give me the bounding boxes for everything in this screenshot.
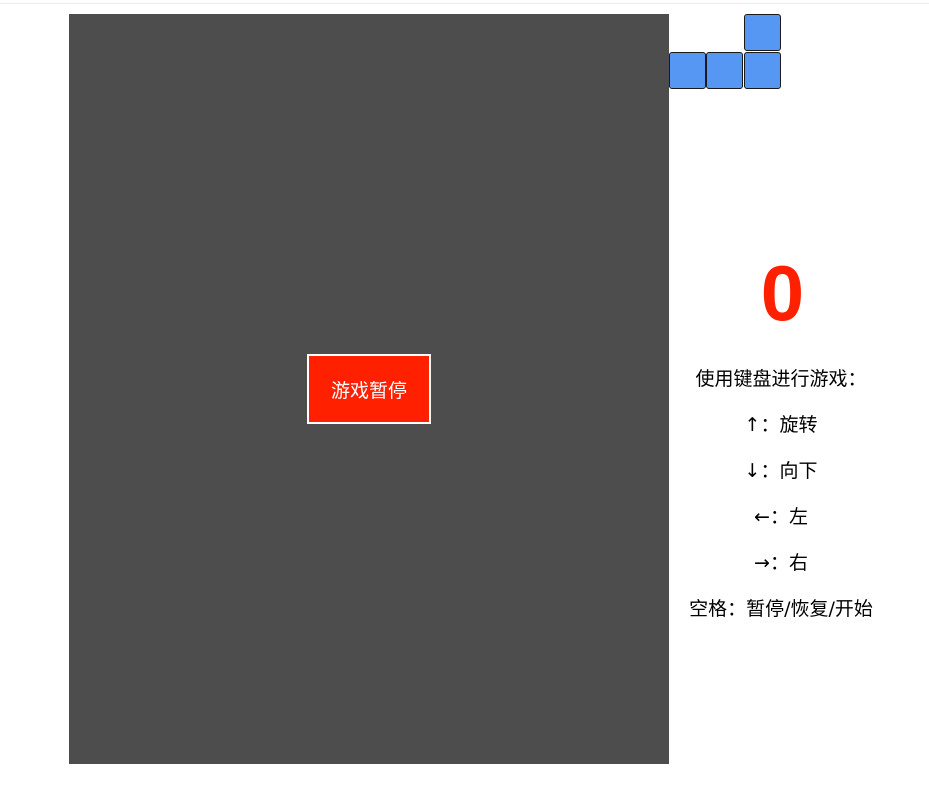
control-right: →：右 [754, 552, 808, 574]
instructions-heading: 使用键盘进行游戏： [695, 368, 867, 390]
next-piece-preview [669, 14, 781, 89]
next-piece-block [669, 52, 706, 89]
next-piece-block [744, 14, 781, 51]
control-space: 空格：暂停/恢复/开始 [689, 598, 873, 620]
control-left: ←：左 [754, 506, 808, 528]
next-piece-block [744, 52, 781, 89]
controls-instructions: 使用键盘进行游戏： ↑：旋转 ↓：向下 ←：左 →：右 空格：暂停/恢复/开始 [672, 365, 890, 641]
score-display: 0 [760, 249, 805, 337]
game-board[interactable]: 游戏暂停 [69, 14, 669, 764]
control-rotate: ↑：旋转 [744, 414, 818, 436]
control-down: ↓：向下 [744, 460, 818, 482]
top-divider [0, 3, 929, 4]
next-piece-block [706, 52, 743, 89]
game-paused-button[interactable]: 游戏暂停 [307, 354, 431, 424]
